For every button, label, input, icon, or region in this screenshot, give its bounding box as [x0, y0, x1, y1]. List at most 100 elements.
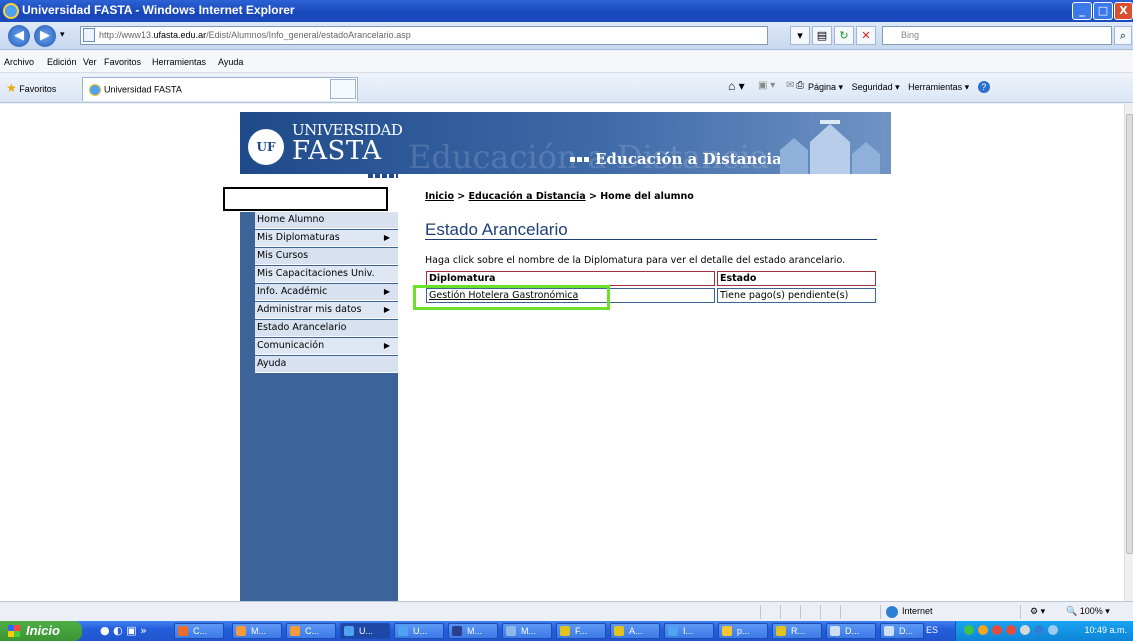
address-input[interactable]: http://www13.ufasta.edu.ar/Edist/Alumnos… — [80, 26, 768, 45]
minimize-button[interactable]: _ — [1072, 2, 1092, 20]
menu-ver[interactable]: Ver — [83, 57, 97, 67]
maximize-button[interactable]: □ — [1093, 2, 1113, 20]
command-seguridad[interactable]: Seguridad ▾ — [852, 82, 900, 92]
start-button[interactable]: Inicio — [0, 621, 82, 641]
sidebar-item-home-alumno[interactable]: Home Alumno — [255, 212, 398, 229]
tray-icon[interactable] — [1006, 625, 1016, 635]
zoom-control[interactable]: 🔍 100% ▾ — [1066, 606, 1110, 617]
help-icon[interactable]: ? — [977, 81, 990, 93]
taskbar-button[interactable]: M... — [502, 623, 552, 639]
taskbar-button[interactable]: D... — [880, 623, 924, 639]
mail-icon[interactable]: ✉ — [786, 80, 794, 91]
taskbar-button[interactable]: U... — [394, 623, 444, 639]
taskbar-button[interactable]: C... — [174, 623, 224, 639]
taskbar-button[interactable]: p... — [718, 623, 768, 639]
refresh-icon[interactable]: ↻ — [834, 26, 854, 45]
security-zone: Internet — [902, 606, 933, 616]
submenu-arrow-icon: ▶ — [383, 287, 390, 296]
command-herramientas[interactable]: Herramientas ▾ — [908, 82, 969, 92]
tray-icon[interactable] — [1034, 625, 1044, 635]
submenu-arrow-icon: ▶ — [383, 341, 390, 350]
protected-mode-icon[interactable]: ⚙ ▾ — [1030, 606, 1045, 617]
header-subtitle: Educación a Distancia — [595, 150, 782, 168]
ie-tab-icon — [89, 84, 101, 96]
breadcrumb-inicio-link[interactable]: Inicio — [425, 191, 454, 202]
page-icon — [83, 28, 95, 42]
close-button[interactable]: X — [1114, 2, 1133, 20]
menu-edicion[interactable]: Edición — [47, 57, 77, 67]
favorites-bar: ★ Favoritos Universidad FASTA ⌂ ▾ ▣ ▾ ✉ … — [0, 74, 1133, 103]
menu-archivo[interactable]: Archivo — [4, 57, 34, 67]
history-dropdown-icon[interactable]: ▾ — [60, 30, 65, 40]
houses-icon — [780, 120, 880, 174]
url-path: /Edist/Alumnos/Info_general/estadoArance… — [206, 30, 411, 40]
favorites-button[interactable]: ★ Favoritos — [6, 81, 56, 95]
taskbar-button-label: C... — [305, 626, 320, 636]
page-title: Estado Arancelario — [425, 220, 568, 239]
stop-icon[interactable]: ✕ — [856, 26, 876, 45]
redacted-box — [223, 187, 388, 211]
sidebar-item-administrar-datos[interactable]: Administrar mis datos ▶ — [255, 302, 398, 319]
menu-ayuda[interactable]: Ayuda — [218, 57, 243, 67]
forward-button[interactable]: ▶ — [34, 25, 56, 47]
taskbar-button[interactable]: M... — [448, 623, 498, 639]
taskbar-button-label: p... — [737, 626, 750, 636]
menu-herramientas[interactable]: Herramientas — [152, 57, 206, 67]
status-bar: Internet ⚙ ▾ 🔍 100% ▾ — [0, 601, 1133, 621]
tray-icon[interactable] — [964, 625, 974, 635]
sidebar: Home Alumno Mis Diplomaturas ▶ Mis Cursos… — [240, 212, 398, 601]
search-icon[interactable]: ⌕ — [1114, 26, 1132, 45]
title-bar: Universidad FASTA - Windows Internet Exp… — [0, 0, 1133, 22]
command-pagina[interactable]: Página ▾ — [808, 82, 843, 92]
instruction-text: Haga click sobre el nombre de la Diploma… — [425, 255, 846, 266]
tray-icon[interactable] — [978, 625, 988, 635]
search-input[interactable]: Bing — [882, 26, 1112, 45]
taskbar-button-label: M... — [467, 626, 482, 636]
sidebar-item-mis-cursos[interactable]: Mis Cursos — [255, 248, 398, 265]
taskbar-button-active[interactable]: U... — [340, 623, 390, 639]
tray-icon[interactable] — [1048, 625, 1058, 635]
column-header-diplomatura: Diplomatura — [426, 271, 715, 286]
header-dots — [570, 157, 590, 162]
site-header: UF UNIVERSIDAD FASTA Educación a Distanc… — [240, 112, 891, 174]
tray-icon[interactable] — [992, 625, 1002, 635]
new-tab-button[interactable] — [330, 79, 356, 99]
taskbar-button[interactable]: I... — [664, 623, 714, 639]
menu-favoritos[interactable]: Favoritos — [104, 57, 141, 67]
command-bar: Página ▾ Seguridad ▾ Herramientas ▾ ? — [808, 81, 996, 93]
taskbar-button[interactable]: D... — [826, 623, 876, 639]
compat-view-icon[interactable]: ▤ — [812, 26, 832, 45]
breadcrumb: Inicio > Educación a Distancia > Home de… — [425, 191, 694, 202]
browser-tab[interactable]: Universidad FASTA — [82, 77, 358, 101]
taskbar-button[interactable]: R... — [772, 623, 822, 639]
taskbar-button[interactable]: M... — [232, 623, 282, 639]
taskbar: Inicio ● ◐ ▣ » C... M... C... U... U... … — [0, 621, 1133, 641]
submenu-arrow-icon: ▶ — [383, 233, 390, 242]
breadcrumb-separator: > — [585, 191, 601, 202]
scrollbar-thumb[interactable] — [1126, 114, 1133, 554]
sidebar-item-ayuda[interactable]: Ayuda — [255, 356, 398, 373]
breadcrumb-educacion-link[interactable]: Educación a Distancia — [469, 191, 586, 202]
sidebar-item-estado-arancelario[interactable]: Estado Arancelario — [255, 320, 398, 337]
sidebar-item-mis-diplomaturas[interactable]: Mis Diplomaturas ▶ — [255, 230, 398, 247]
quick-launch[interactable]: ● ◐ ▣ » — [100, 624, 147, 637]
taskbar-button[interactable]: C... — [286, 623, 336, 639]
taskbar-button[interactable]: F... — [556, 623, 606, 639]
back-button[interactable]: ◀ — [8, 25, 30, 47]
address-dropdown-icon[interactable]: ▾ — [790, 26, 810, 45]
home-icon[interactable]: ⌂ ▾ — [728, 79, 745, 93]
ie-logo-icon — [3, 3, 19, 19]
tray-icon[interactable] — [1020, 625, 1030, 635]
system-clock[interactable]: 10:49 a.m. — [1084, 625, 1127, 635]
vertical-scrollbar[interactable] — [1124, 104, 1133, 601]
column-header-estado: Estado — [717, 271, 876, 286]
feeds-icon[interactable]: ▣ ▾ — [758, 80, 775, 91]
taskbar-button[interactable]: A... — [610, 623, 660, 639]
sidebar-item-info-academic[interactable]: Info. Académic ▶ — [255, 284, 398, 301]
language-indicator[interactable]: ES — [926, 625, 938, 635]
sidebar-item-comunicacion[interactable]: Comunicación ▶ — [255, 338, 398, 355]
taskbar-button-label: M... — [521, 626, 536, 636]
sidebar-item-mis-capacitaciones[interactable]: Mis Capacitaciones Univ. — [255, 266, 398, 283]
print-icon[interactable]: ⎙ — [796, 80, 804, 91]
sidebar-item-label: Comunicación — [257, 340, 325, 351]
